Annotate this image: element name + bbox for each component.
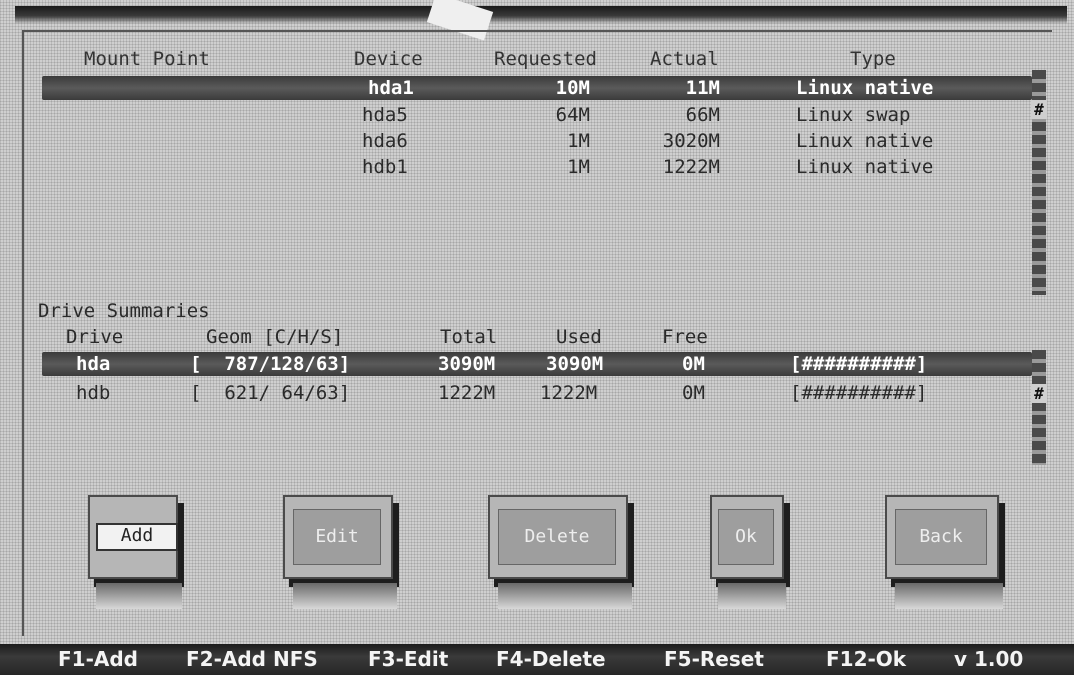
partition-actual: 66M	[685, 104, 720, 126]
drive-name: hda	[76, 353, 111, 375]
partition-actual: 3020M	[662, 130, 720, 152]
col-header-requested: Requested	[494, 48, 597, 70]
partition-requested: 64M	[555, 104, 590, 126]
partition-type: Linux swap	[796, 104, 911, 126]
drive-usage-bar: [##########]	[790, 353, 928, 375]
drive-col-header-drive: Drive	[66, 326, 124, 348]
drive-name: hdb	[76, 382, 111, 404]
drive-geom: [ 787/128/63]	[190, 353, 351, 375]
col-header-type: Type	[850, 48, 896, 70]
partition-scroll-thumb[interactable]: #	[1031, 100, 1047, 119]
drive-scrollbar[interactable]	[1032, 350, 1046, 465]
f5-reset-hint[interactable]: F5-Reset	[664, 647, 764, 671]
drive-summaries-title: Drive Summaries	[38, 300, 210, 322]
terminal-screen: Mount Point Device Requested Actual Type…	[0, 0, 1074, 675]
f3-edit-hint[interactable]: F3-Edit	[368, 647, 448, 671]
add-button-label: Add	[96, 523, 178, 551]
partition-requested: 10M	[555, 77, 590, 99]
drive-col-header-used: Used	[556, 326, 602, 348]
drive-free: 0M	[682, 353, 705, 375]
drive-used: 1222M	[540, 382, 598, 404]
function-key-bar: F1-Add F2-Add NFS F3-Edit F4-Delete F5-R…	[0, 644, 1074, 675]
partition-type: Linux native	[796, 77, 934, 99]
edit-button-shade	[293, 583, 397, 609]
partition-device: hda5	[362, 104, 408, 126]
drive-col-header-total: Total	[440, 326, 498, 348]
col-header-device: Device	[354, 48, 423, 70]
back-button-shade	[895, 583, 1003, 609]
ok-button-shade	[718, 583, 786, 609]
drive-scroll-thumb[interactable]: #	[1031, 384, 1047, 403]
drive-total: 3090M	[438, 353, 496, 375]
f2-add-nfs-hint[interactable]: F2-Add NFS	[186, 647, 318, 671]
ok-button-label: Ok	[718, 509, 774, 565]
f4-delete-hint[interactable]: F4-Delete	[496, 647, 606, 671]
col-header-actual: Actual	[650, 48, 719, 70]
partition-requested: 1M	[567, 156, 590, 178]
partition-device: hda1	[368, 77, 414, 99]
delete-button-shade	[498, 583, 632, 609]
drive-usage-bar: [##########]	[790, 382, 928, 404]
drive-col-header-free: Free	[662, 326, 708, 348]
drive-geom: [ 621/ 64/63]	[190, 382, 351, 404]
partition-type: Linux native	[796, 156, 934, 178]
drive-used: 3090M	[546, 353, 604, 375]
back-button-label: Back	[895, 509, 987, 565]
screen-top-edge	[15, 6, 1067, 24]
partition-requested: 1M	[567, 130, 590, 152]
partition-actual: 11M	[685, 77, 720, 99]
delete-button-label: Delete	[498, 509, 616, 565]
f1-add-hint[interactable]: F1-Add	[58, 647, 138, 671]
partition-device: hdb1	[362, 156, 408, 178]
partition-type: Linux native	[796, 130, 934, 152]
drive-free: 0M	[682, 382, 705, 404]
version-label: v 1.00	[954, 647, 1024, 671]
col-header-mount-point: Mount Point	[84, 48, 210, 70]
drive-total: 1222M	[438, 382, 496, 404]
drive-col-header-geom: Geom [C/H/S]	[206, 326, 344, 348]
edit-button-label: Edit	[293, 509, 381, 565]
f12-ok-hint[interactable]: F12-Ok	[826, 647, 906, 671]
partition-device: hda6	[362, 130, 408, 152]
add-button-shade	[96, 583, 182, 609]
partition-actual: 1222M	[662, 156, 720, 178]
